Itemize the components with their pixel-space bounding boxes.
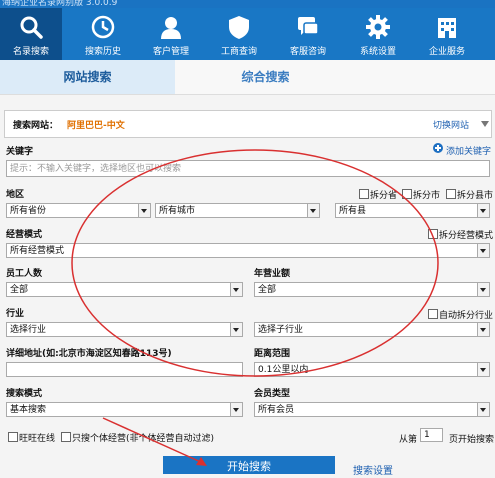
annotation-overlay <box>71 149 439 466</box>
annotation-arrowhead <box>196 457 207 466</box>
annotation-arrow-line <box>102 417 204 464</box>
annotation-ellipse <box>71 149 439 377</box>
